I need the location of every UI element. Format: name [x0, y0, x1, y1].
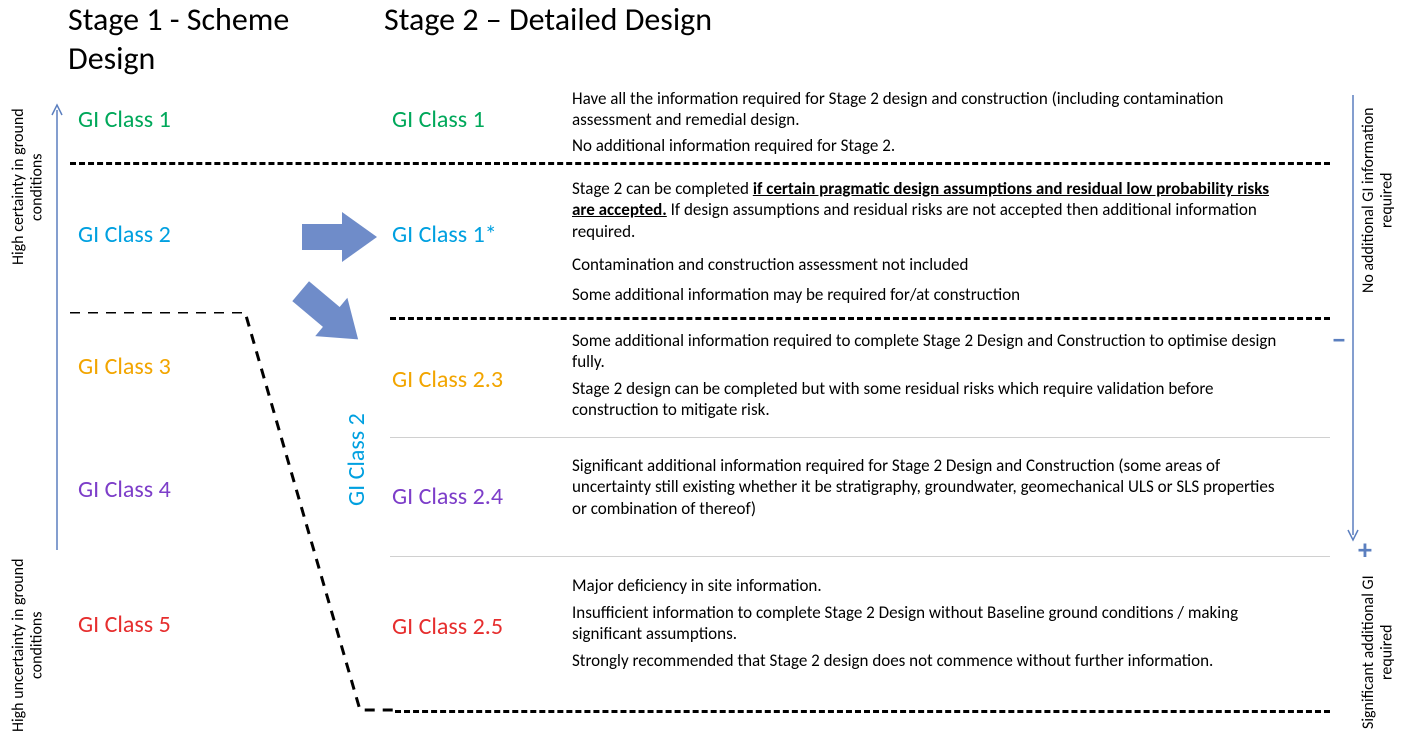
stage2-class-1: GI Class 1	[392, 105, 485, 134]
desc-class2-5-b: Insufficient information to complete Sta…	[572, 602, 1292, 645]
desc-class2-3-b: Stage 2 design can be completed but with…	[572, 378, 1292, 421]
minus-icon: −	[1332, 322, 1346, 357]
dash-line-2	[390, 317, 1330, 320]
desc-class1star-b: Contamination and construction assessmen…	[572, 254, 1292, 275]
thin-sep-2	[390, 556, 1330, 557]
stage2-class-1star: GI Class 1*	[392, 220, 497, 249]
plus-icon: +	[1358, 532, 1372, 567]
arrow-down-right-icon	[292, 275, 367, 355]
left-axis-top-label: High certainty in ground conditions	[10, 102, 47, 272]
stage2-title: Stage 2 – Detailed Design	[384, 0, 884, 39]
stage2-class-2-5: GI Class 2.5	[392, 612, 503, 641]
desc-class1-b: No additional information required for S…	[572, 135, 1292, 156]
desc-class2-5-c: Strongly recommended that Stage 2 design…	[572, 650, 1292, 671]
desc-class2-4-a: Significant additional information requi…	[572, 455, 1292, 519]
desc-class2-5-a: Major deficiency in site information.	[572, 575, 1292, 596]
desc-class1star-a-post: If design assumptions and residual risks…	[572, 199, 1257, 241]
stage1-class-1: GI Class 1	[78, 105, 171, 134]
right-axis-top-label: No additional GI information required	[1360, 95, 1397, 305]
arrow-right-icon	[302, 212, 377, 262]
thin-sep-1	[390, 437, 1330, 438]
left-axis-arrow-icon	[50, 100, 64, 550]
dash-line-3	[395, 710, 1330, 713]
desc-class1-a: Have all the information required for St…	[572, 88, 1292, 131]
stage2-class-2-4: GI Class 2.4	[392, 482, 503, 511]
stage1-class-2: GI Class 2	[78, 220, 171, 249]
stage2-class-2-3: GI Class 2.3	[392, 365, 503, 394]
desc-class2-3-a: Some additional information required to …	[572, 330, 1292, 373]
dash-line-1	[70, 162, 1330, 165]
left-axis-bottom-label: High uncertainty in ground conditions	[10, 550, 47, 740]
desc-class1star-a-pre: Stage 2 can be completed	[572, 178, 753, 199]
desc-class1star-a: Stage 2 can be completed if certain prag…	[572, 178, 1292, 242]
right-axis-arrow-icon	[1346, 95, 1360, 545]
stage1-title: Stage 1 - Scheme Design	[68, 0, 348, 78]
dash-angled-path	[70, 312, 400, 742]
desc-class1star-c: Some additional information may be requi…	[572, 284, 1292, 305]
right-axis-bottom-label: Significant additional GI required	[1360, 555, 1397, 750]
